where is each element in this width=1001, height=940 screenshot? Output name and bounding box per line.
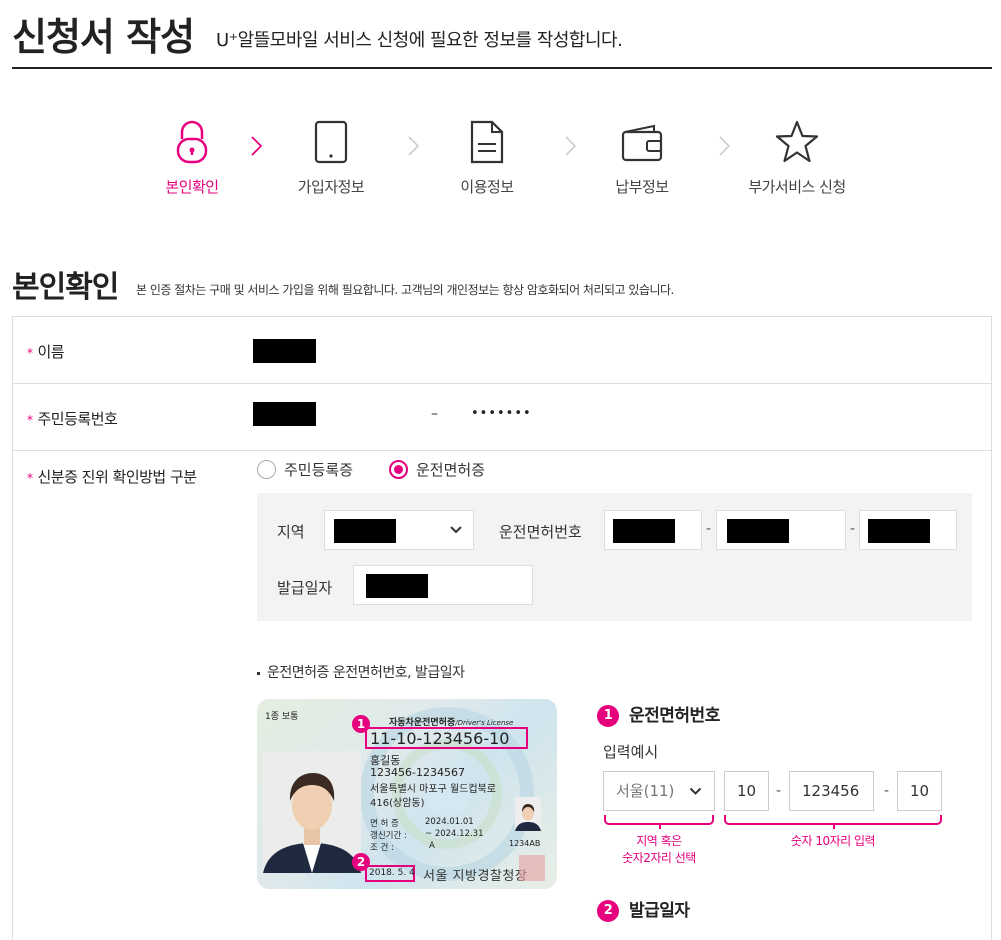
required-mark: * [27, 413, 33, 427]
step-label: 납부정보 [615, 178, 669, 196]
example-part2: 123456 [789, 771, 874, 811]
chevron-right-icon [719, 136, 731, 156]
star-icon [773, 118, 821, 166]
identity-form: * 이름 * 주민등록번호 – ••••••• * 신분증 진위 확인방법 구분 주민… [12, 316, 992, 940]
name-row: * 이름 [13, 317, 991, 384]
rrn-dash: – [431, 406, 438, 422]
radio-circle [389, 460, 408, 479]
card-renew-label: 갱신기간 : [370, 831, 407, 841]
example-region-select: 서울(11) [603, 771, 715, 811]
example-2-title: 2 발급일자 [597, 896, 690, 922]
section-title: 본인확인 [12, 270, 119, 305]
required-mark: * [27, 346, 33, 360]
section-description: 본 인증 절차는 구매 및 서비스 가입을 위해 필요합니다. 고객님의 개인정… [136, 283, 674, 297]
card-code: 1234AB [509, 839, 541, 848]
step-payment: 납부정보 [577, 118, 707, 197]
license-number-label: 운전면허번호 [499, 523, 582, 541]
page-subtitle: U⁺알뜰모바일 서비스 신청에 필요한 정보를 작성합니다. [216, 30, 623, 51]
dash: - [776, 783, 782, 799]
example-part1: 10 [724, 771, 769, 811]
guide-note: 운전면허증 운전면허번호, 발급일자 [257, 662, 465, 682]
radio-resident-card[interactable]: 주민등록증 [257, 459, 353, 480]
step-label: 가입자정보 [297, 178, 365, 196]
card-issuer: 서울 지방경찰청장 [423, 869, 528, 884]
card-issue-date: 2018. 5. 4 [369, 868, 415, 878]
card-test-date: 2024.01.01 [425, 817, 474, 827]
example-part3: 10 [897, 771, 942, 811]
rrn-label: * 주민등록번호 [27, 410, 118, 428]
chevron-right-icon [408, 136, 420, 156]
example-subtitle: 입력예시 [603, 743, 659, 761]
card-rrn: 123456-1234567 [370, 766, 465, 779]
dash: - [850, 521, 856, 537]
step-label: 본인확인 [165, 178, 219, 196]
rrn-row: * 주민등록번호 – ••••••• [13, 384, 991, 451]
step-identity: 본인확인 [127, 118, 257, 197]
document-icon [463, 118, 511, 166]
idtype-label: * 신분증 진위 확인방법 구분 [27, 468, 197, 486]
card-number: 11-10-123456-10 [370, 729, 510, 748]
card-renew-date: ~ 2024.12.31 [425, 829, 484, 839]
masked-value [868, 519, 930, 543]
brace-region [604, 815, 714, 829]
example-note-number: 숫자 10자리 입력 [790, 834, 876, 848]
chevron-right-icon [251, 136, 263, 156]
step-label: 이용정보 [460, 178, 514, 196]
chevron-down-icon [689, 787, 702, 795]
license-part1-input[interactable] [604, 510, 702, 550]
page-header: 신청서 작성 U⁺알뜰모바일 서비스 신청에 필요한 정보를 작성합니다. [12, 0, 992, 69]
region-label: 지역 [277, 523, 305, 541]
license-part2-input[interactable] [716, 510, 846, 550]
card-address-1: 서울특별시 마포구 월드컵북로 [370, 784, 496, 795]
rrn-back-hidden: ••••••• [471, 406, 532, 421]
marker-1: 1 [597, 705, 619, 727]
license-card-sample: 1종 보통 자동차운전면허증/Driver's License 1 11-10-… [257, 699, 557, 889]
card-seal [519, 855, 545, 881]
example-1-title: 1 운전면허번호 [597, 701, 720, 727]
card-cond-value: A [429, 841, 435, 851]
step-indicator: 본인확인 가입자정보 이용정보 납부정보 부가서비스 신청 [0, 118, 1001, 208]
card-small-photo [515, 797, 541, 831]
rrn-front-masked [253, 402, 316, 426]
card-address-2: 416(상암동) [370, 798, 425, 809]
radio-circle [257, 460, 276, 479]
region-value-masked [334, 519, 396, 543]
dash: - [706, 521, 712, 537]
lock-icon [168, 118, 216, 166]
example-note-region: 지역 혹은 숫자2자리 선택 [622, 834, 696, 865]
masked-value [366, 574, 428, 598]
card-cond-label: 조 건 : [370, 843, 394, 853]
card-photo [263, 751, 361, 873]
issue-date-input[interactable] [353, 565, 533, 605]
step-label: 부가서비스 신청 [748, 178, 846, 196]
radio-drivers-license[interactable]: 운전면허증 [389, 459, 485, 480]
name-value-masked [253, 339, 316, 363]
phone-icon [307, 118, 355, 166]
step-addon: 부가서비스 신청 [732, 118, 862, 197]
chevron-down-icon [450, 526, 462, 534]
required-mark: * [27, 471, 33, 485]
card-type: 1종 보통 [265, 712, 299, 722]
dash: - [884, 783, 890, 799]
masked-value [613, 519, 675, 543]
name-label: * 이름 [27, 343, 65, 361]
card-test-label: 면 허 증 [370, 819, 399, 829]
page-title: 신청서 작성 [12, 15, 195, 59]
marker-2: 2 [597, 900, 619, 922]
license-input-panel: 지역 운전면허번호 - - 발급일자 [257, 493, 972, 621]
region-select[interactable] [324, 510, 474, 550]
license-part3-input[interactable] [859, 510, 957, 550]
step-subscriber: 가입자정보 [266, 118, 396, 197]
issue-date-label: 발급일자 [277, 579, 333, 597]
wallet-icon [618, 118, 666, 166]
masked-value [727, 519, 789, 543]
step-usage: 이용정보 [422, 118, 552, 197]
brace-number [724, 815, 942, 829]
